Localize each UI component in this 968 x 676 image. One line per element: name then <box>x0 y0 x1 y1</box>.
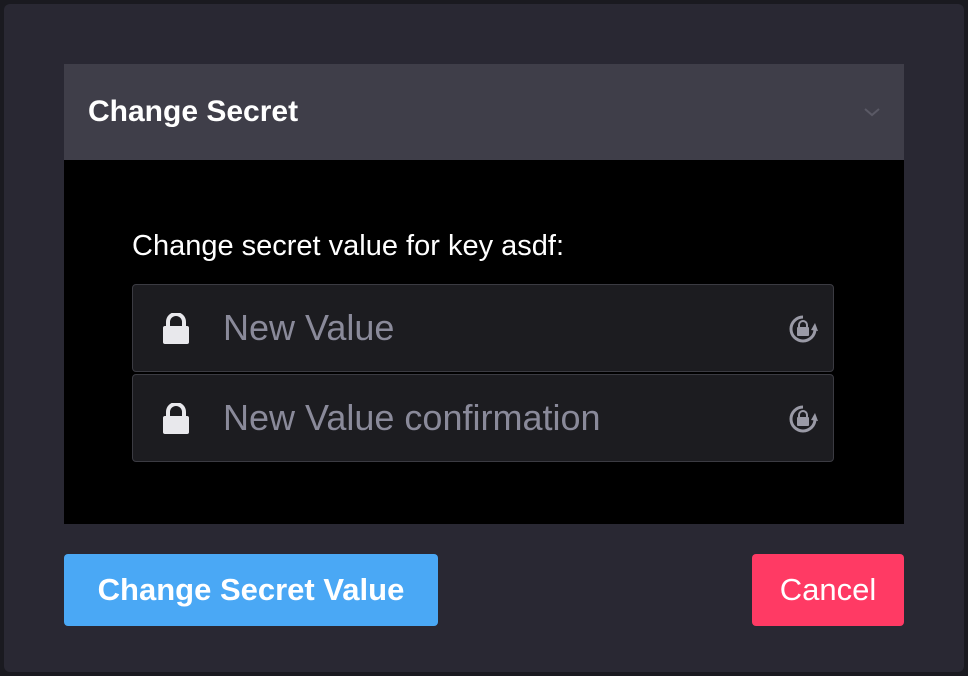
secret-panel: Change Secret Change secret value for ke… <box>64 64 904 524</box>
new-value-field <box>132 284 834 372</box>
regenerate-icon[interactable] <box>787 313 819 345</box>
cancel-button[interactable]: Cancel <box>752 554 904 626</box>
new-value-confirmation-field <box>132 374 834 462</box>
change-secret-value-button[interactable]: Change Secret Value <box>64 554 438 626</box>
change-secret-modal: Change Secret Change secret value for ke… <box>4 4 964 672</box>
new-value-input[interactable] <box>223 285 763 371</box>
new-value-confirmation-input[interactable] <box>223 375 763 461</box>
lock-icon <box>163 403 189 434</box>
panel-title: Change Secret <box>88 95 299 128</box>
panel-header[interactable]: Change Secret <box>64 64 904 160</box>
lock-icon <box>163 313 189 344</box>
prompt-text: Change secret value for key asdf: <box>132 230 565 262</box>
chevron-down-icon[interactable] <box>860 100 884 124</box>
regenerate-icon[interactable] <box>787 403 819 435</box>
